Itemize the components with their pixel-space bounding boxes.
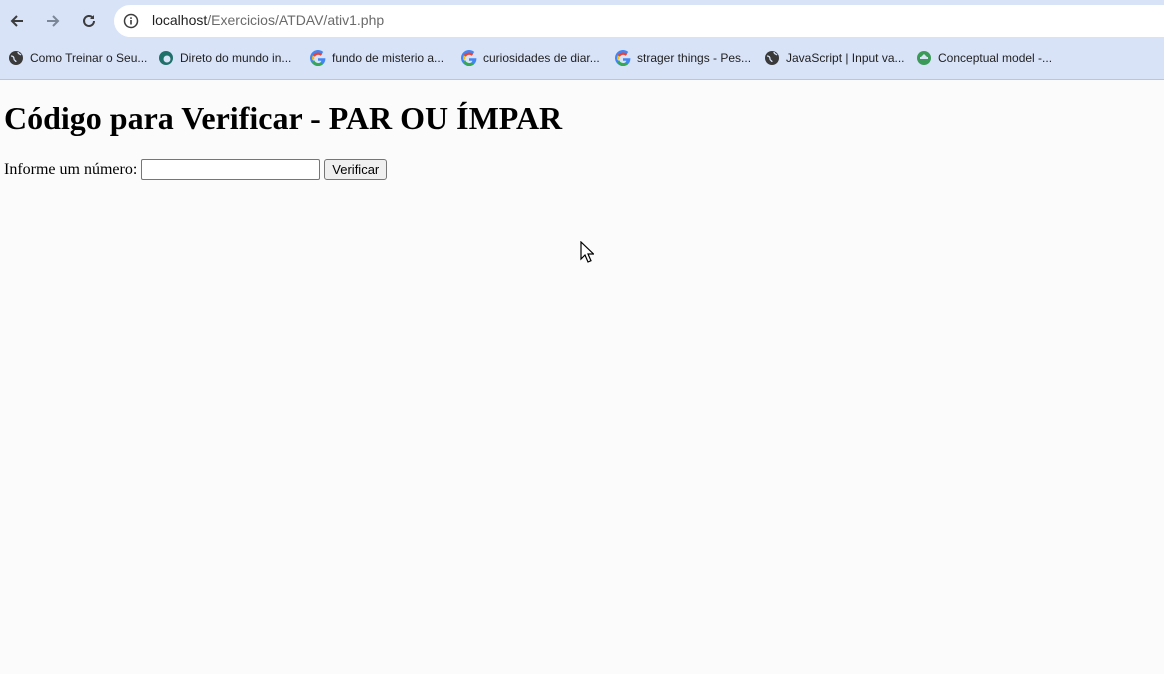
bookmark-item[interactable]: curiosidades de diar... [461, 44, 600, 72]
number-input[interactable] [141, 159, 321, 180]
google-icon [461, 50, 477, 66]
browser-toolbar: localhost/Exercicios/ATDAV/ativ1.php [0, 0, 1164, 42]
number-label: Informe um número: [4, 160, 138, 178]
bookmark-item[interactable]: strager things - Pes... [615, 44, 751, 72]
bookmark-label: Direto do mundo in... [180, 51, 292, 65]
bookmark-label: Conceptual model -... [938, 51, 1053, 65]
google-icon [310, 50, 326, 66]
verify-form: Informe um número: Verificar [4, 159, 388, 180]
mouse-cursor-icon [580, 241, 594, 263]
back-arrow-icon [10, 15, 23, 27]
bookmark-label: Como Treinar o Seu... [30, 51, 148, 65]
forward-button[interactable] [40, 8, 66, 34]
verify-button[interactable]: Verificar [324, 159, 388, 180]
bookmark-item[interactable]: fundo de misterio a... [310, 44, 444, 72]
bookmark-item[interactable]: Como Treinar o Seu... [8, 44, 147, 72]
globe-icon [9, 51, 23, 65]
info-icon[interactable] [123, 13, 139, 29]
bookmark-label: curiosidades de diar... [483, 51, 600, 65]
google-icon [615, 50, 631, 66]
reload-button[interactable] [76, 8, 102, 34]
url-path: /Exercicios/ATDAV/ativ1.php [207, 12, 385, 28]
bookmarks-bar: Como Treinar o Seu... Direto do mundo in… [0, 44, 1164, 72]
bookmark-item[interactable]: JavaScript | Input va... [764, 44, 905, 72]
bookmark-label: fundo de misterio a... [332, 51, 445, 65]
url-text[interactable]: localhost/Exercicios/ATDAV/ativ1.php [152, 12, 384, 28]
url-host: localhost [152, 12, 208, 28]
reload-icon [83, 14, 95, 27]
bookmark-label: strager things - Pes... [637, 51, 752, 65]
site-logo-icon [917, 51, 931, 65]
forward-arrow-icon [47, 15, 60, 27]
page-content: Código para Verificar - PAR OU ÍMPAR Inf… [0, 80, 1164, 674]
address-bar[interactable]: localhost/Exercicios/ATDAV/ativ1.php [114, 5, 1164, 37]
page-title: Código para Verificar - PAR OU ÍMPAR [4, 100, 563, 136]
globe-icon [765, 51, 779, 65]
bookmark-item[interactable]: Conceptual model -... [916, 44, 1052, 72]
site-logo-icon [159, 51, 173, 65]
back-button[interactable] [4, 8, 30, 34]
browser-chrome: localhost/Exercicios/ATDAV/ativ1.php Com… [0, 0, 1164, 80]
bookmark-label: JavaScript | Input va... [786, 51, 905, 65]
bookmark-item[interactable]: Direto do mundo in... [158, 44, 291, 72]
